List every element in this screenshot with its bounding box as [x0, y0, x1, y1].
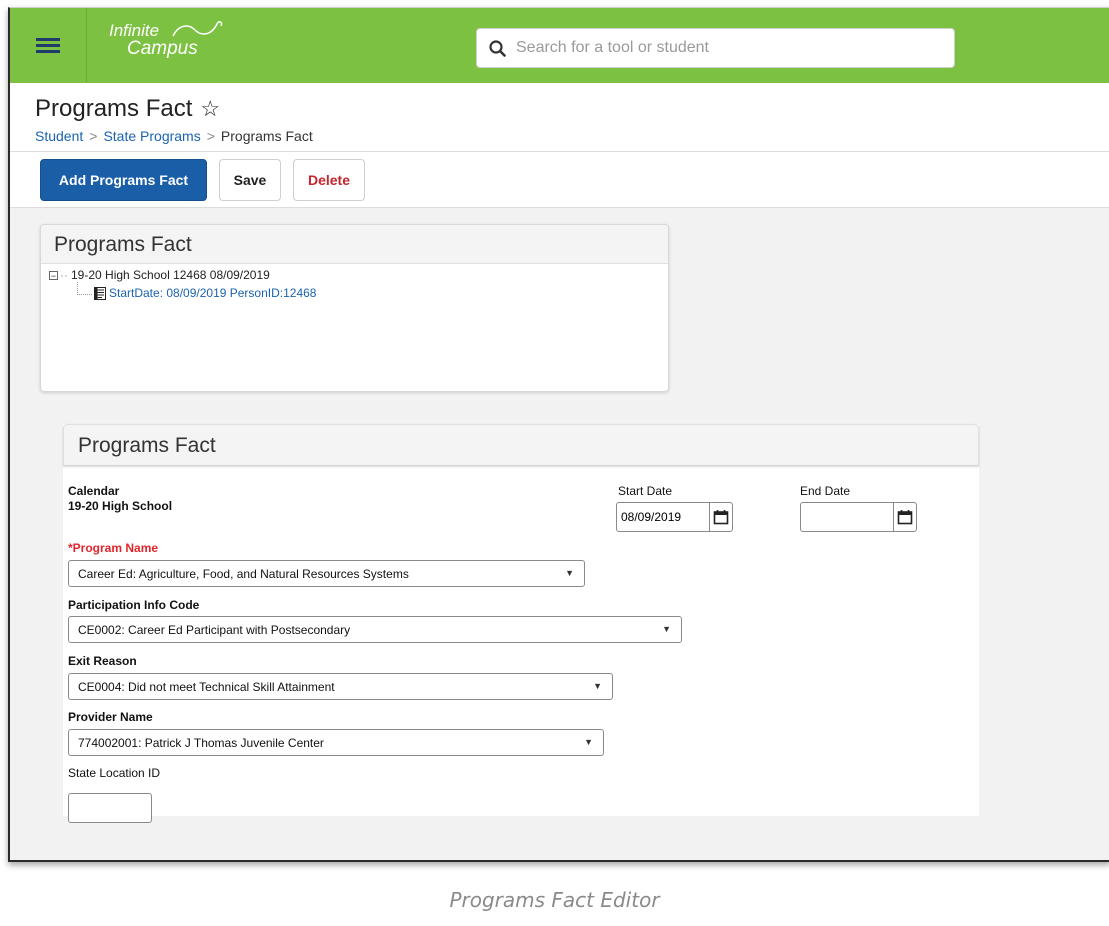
- dropdown-arrow-icon: ▼: [593, 681, 602, 691]
- breadcrumb-current: Programs Fact: [220, 128, 313, 144]
- page-title-wrap: Programs Fact ☆: [35, 95, 220, 123]
- tree-child-link[interactable]: StartDate: 08/09/2019 PersonID:12468: [109, 286, 316, 300]
- calendar-value: 19-20 High School: [68, 499, 173, 513]
- menu-icon[interactable]: [10, 8, 87, 83]
- search-icon: [489, 39, 506, 57]
- state-location-id-input[interactable]: [68, 793, 152, 823]
- start-date-input[interactable]: [617, 503, 709, 531]
- dropdown-arrow-icon: ▼: [584, 737, 593, 747]
- exit-reason-value: CE0004: Did not meet Technical Skill Att…: [78, 679, 335, 694]
- page-title: Programs Fact: [35, 95, 193, 122]
- breadcrumb-student[interactable]: Student: [35, 128, 83, 144]
- exit-reason-label: Exit Reason: [68, 654, 137, 668]
- state-location-id-label: State Location ID: [68, 766, 161, 780]
- favorite-star-icon[interactable]: ☆: [200, 96, 220, 122]
- action-bar: Add Programs Fact Save Delete: [10, 152, 1109, 208]
- program-name-label: *Program Name: [68, 541, 159, 555]
- page-header: Programs Fact ☆ Student > State Programs > P…: [10, 83, 1109, 152]
- app-window: Infinite Campus Programs Fact ☆ Student >…: [8, 7, 1109, 862]
- delete-button[interactable]: Delete: [293, 159, 365, 201]
- program-name-select[interactable]: Career Ed: Agriculture, Food, and Natura…: [68, 560, 585, 587]
- infinite-campus-logo[interactable]: Infinite Campus: [109, 21, 223, 59]
- chevron-right-icon: >: [206, 128, 215, 144]
- top-bar: Infinite Campus: [10, 8, 1109, 83]
- chevron-right-icon: >: [89, 128, 98, 144]
- participation-info-code-select[interactable]: CE0002: Career Ed Participant with Posts…: [68, 616, 682, 643]
- provider-name-select[interactable]: 774002001: Patrick J Thomas Juvenile Cen…: [68, 729, 604, 756]
- calendar-label: Calendar: [68, 484, 120, 498]
- end-date-field[interactable]: [800, 502, 917, 532]
- participation-info-code-label: Participation Info Code: [68, 598, 200, 612]
- logo-line2: Campus: [127, 38, 198, 59]
- dropdown-arrow-icon: ▼: [662, 624, 671, 634]
- add-programs-fact-button[interactable]: Add Programs Fact: [40, 159, 207, 201]
- breadcrumb-state-programs[interactable]: State Programs: [103, 128, 200, 144]
- list-panel-title: Programs Fact: [41, 225, 668, 264]
- calendar-icon[interactable]: [709, 503, 732, 531]
- record-tree: − ·· 19-20 High School 12468 08/09/2019 …: [49, 268, 316, 300]
- editor-title: Programs Fact: [63, 424, 979, 466]
- participation-info-code-value: CE0002: Career Ed Participant with Posts…: [78, 622, 351, 637]
- programs-fact-editor: Programs Fact Calendar 19-20 High School…: [63, 424, 979, 823]
- collapse-icon[interactable]: −: [49, 270, 58, 280]
- save-button[interactable]: Save: [219, 159, 281, 201]
- provider-name-value: 774002001: Patrick J Thomas Juvenile Cen…: [78, 735, 324, 750]
- tree-child-row[interactable]: StartDate: 08/09/2019 PersonID:12468: [77, 281, 316, 300]
- end-date-label: End Date: [800, 484, 851, 498]
- start-date-field[interactable]: [616, 502, 733, 532]
- figure-caption: Programs Fact Editor: [449, 888, 660, 912]
- search-box[interactable]: [476, 28, 955, 68]
- provider-name-label: Provider Name: [68, 710, 153, 724]
- dropdown-arrow-icon: ▼: [565, 568, 574, 578]
- tree-root-label[interactable]: 19-20 High School 12468 08/09/2019: [71, 268, 270, 282]
- end-date-input[interactable]: [801, 503, 893, 531]
- tree-root-row[interactable]: − ·· 19-20 High School 12468 08/09/2019: [49, 268, 316, 282]
- programs-fact-list-panel: Programs Fact − ·· 19-20 High School 124…: [40, 224, 669, 392]
- exit-reason-select[interactable]: CE0004: Did not meet Technical Skill Att…: [68, 673, 613, 700]
- logo-swoosh-icon: [172, 21, 223, 37]
- program-name-value: Career Ed: Agriculture, Food, and Natura…: [78, 566, 409, 581]
- calendar-icon[interactable]: [893, 503, 916, 531]
- start-date-label: Start Date: [618, 484, 673, 498]
- search-input[interactable]: [514, 38, 918, 58]
- breadcrumb: Student > State Programs > Programs Fact: [35, 128, 313, 144]
- document-icon: [94, 286, 106, 300]
